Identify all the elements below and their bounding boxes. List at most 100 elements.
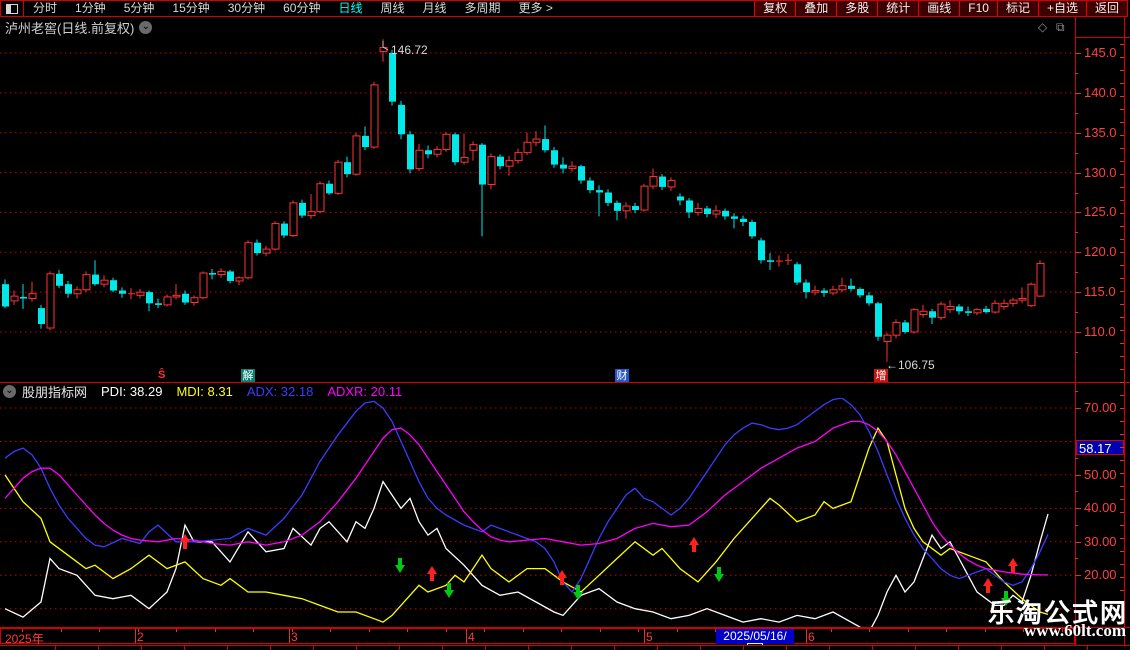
candlestick-chart[interactable]: 146.72 ←106.75 [0, 38, 1075, 383]
indicator-value-0: PDI: 38.29 [101, 383, 163, 399]
tool-item-4[interactable]: 画线 [918, 1, 960, 16]
diamond-icon[interactable]: ◇ [1038, 20, 1047, 34]
stub-separator [743, 646, 744, 650]
period-item-10[interactable]: 更多 > [510, 1, 562, 16]
time-axis[interactable]: 2025年234562025/05/16/五 [0, 628, 1075, 650]
stub-separator [227, 646, 228, 650]
ind-tick [1075, 474, 1081, 476]
price-label-110.0: 110.0 [1084, 323, 1116, 339]
period-item-9[interactable]: 多周期 [456, 1, 510, 16]
edge-tick [1120, 460, 1124, 461]
indicator-header: ⌄ 股朋指标网 PDI: 38.29 MDI: 8.31 ADX: 32.18 ADX… [0, 383, 1075, 400]
week-tick [368, 629, 370, 632]
period-menu: 分时 1分钟 5分钟 15分钟 30分钟 60分钟 日线 周线 月线 多周期 更多 > [24, 1, 562, 16]
price-label-140.0: 140.0 [1084, 84, 1117, 100]
news-flag-解[interactable]: 解 [241, 369, 255, 383]
price-label-125.0: 125.0 [1084, 204, 1117, 220]
edge-tick [1120, 174, 1124, 175]
price-tick [1075, 53, 1081, 54]
edge-tick [1120, 239, 1124, 240]
stub-separator [571, 646, 572, 650]
split-window-icon [6, 3, 18, 14]
time-label-1: 2 [137, 630, 144, 644]
period-item-3[interactable]: 15分钟 [163, 1, 218, 16]
week-tick [676, 629, 678, 632]
stub-separator [313, 646, 314, 650]
price-minor-tick [1075, 192, 1078, 194]
edge-tick [1120, 226, 1124, 227]
week-tick [60, 629, 62, 632]
period-item-4[interactable]: 30分钟 [219, 1, 274, 16]
stub-separator [657, 646, 658, 650]
period-item-1[interactable]: 1分钟 [66, 1, 115, 16]
edge-tick [1120, 122, 1124, 123]
tools-menu: 复权 叠加 多股 统计 画线 F10 标记 +自选 返回 [754, 1, 1127, 16]
tool-item-8[interactable]: 返回 [1085, 1, 1127, 16]
tool-item-1[interactable]: 叠加 [795, 1, 837, 16]
edge-tick [1120, 148, 1124, 149]
ind-tick [1075, 408, 1081, 409]
tool-item-0[interactable]: 复权 [754, 1, 796, 16]
pane-icon[interactable]: ⧉ [1056, 20, 1065, 35]
news-flag-财[interactable]: 财 [615, 369, 629, 383]
price-minor-tick [1075, 112, 1078, 114]
edge-tick [1120, 200, 1124, 201]
edge-tick [1120, 161, 1124, 162]
price-label-120.0: 120.0 [1084, 244, 1117, 260]
indicator-chevron-icon[interactable]: ⌄ [3, 384, 16, 398]
stub-separator [399, 646, 400, 650]
edge-tick [1120, 135, 1124, 136]
week-tick [984, 629, 986, 632]
chevron-down-icon[interactable]: ⌄ [139, 21, 153, 34]
stub-separator [528, 646, 529, 650]
week-tick [99, 629, 100, 632]
edge-tick [1120, 278, 1124, 279]
indicator-value-2: ADX: 32.18 [246, 383, 314, 399]
price-minor-tick [1075, 272, 1078, 274]
stub-separator [98, 646, 99, 650]
tool-item-5[interactable]: F10 [959, 1, 997, 16]
ind-label-70.00: 70.00 [1084, 400, 1117, 415]
period-item-2[interactable]: 5分钟 [115, 1, 164, 16]
stub-separator [872, 646, 873, 650]
price-tick [1075, 172, 1081, 174]
price-tick [1075, 212, 1081, 214]
ind-label-50.00: 50.00 [1084, 466, 1117, 482]
tool-item-6[interactable]: 标记 [996, 1, 1038, 16]
tool-item-7[interactable]: +自选 [1037, 1, 1086, 16]
week-tick [599, 629, 601, 632]
period-item-5[interactable]: 60分钟 [274, 1, 329, 16]
news-flag-增[interactable]: 增 [874, 369, 888, 383]
edge-tick [1120, 447, 1124, 448]
price-minor-tick [1075, 73, 1078, 74]
period-item-8[interactable]: 月线 [414, 1, 456, 16]
stub-separator [915, 646, 916, 650]
edge-tick [1120, 109, 1124, 110]
edge-tick [1120, 330, 1124, 331]
ind-label-40.00: 40.00 [1084, 500, 1117, 516]
tool-item-3[interactable]: 统计 [877, 1, 919, 16]
edge-tick [1120, 96, 1124, 97]
indicator-chart[interactable] [0, 398, 1075, 627]
edge-tick [1120, 356, 1124, 357]
week-tick [445, 629, 447, 632]
period-item-7[interactable]: 周线 [371, 1, 413, 16]
edge-tick [1120, 421, 1124, 422]
indicator-value-1: MDI: 8.31 [176, 383, 233, 399]
edge-tick [1120, 304, 1124, 305]
stub-separator [270, 646, 271, 650]
stub-separator [829, 646, 830, 650]
ind-minor-tick [1075, 491, 1078, 493]
week-tick [522, 629, 524, 632]
tool-item-2[interactable]: 多股 [836, 1, 878, 16]
axis-top-border [1075, 37, 1130, 38]
ind-tick [1075, 541, 1081, 543]
period-item-6[interactable]: 日线 [329, 1, 371, 16]
edge-tick [1120, 525, 1124, 526]
window-layout-button[interactable] [1, 1, 24, 16]
week-tick [291, 629, 293, 632]
edge-tick [1120, 538, 1124, 539]
ind-minor-tick [1075, 524, 1078, 526]
panel-divider [0, 382, 1130, 383]
period-item-0[interactable]: 分时 [24, 1, 66, 16]
